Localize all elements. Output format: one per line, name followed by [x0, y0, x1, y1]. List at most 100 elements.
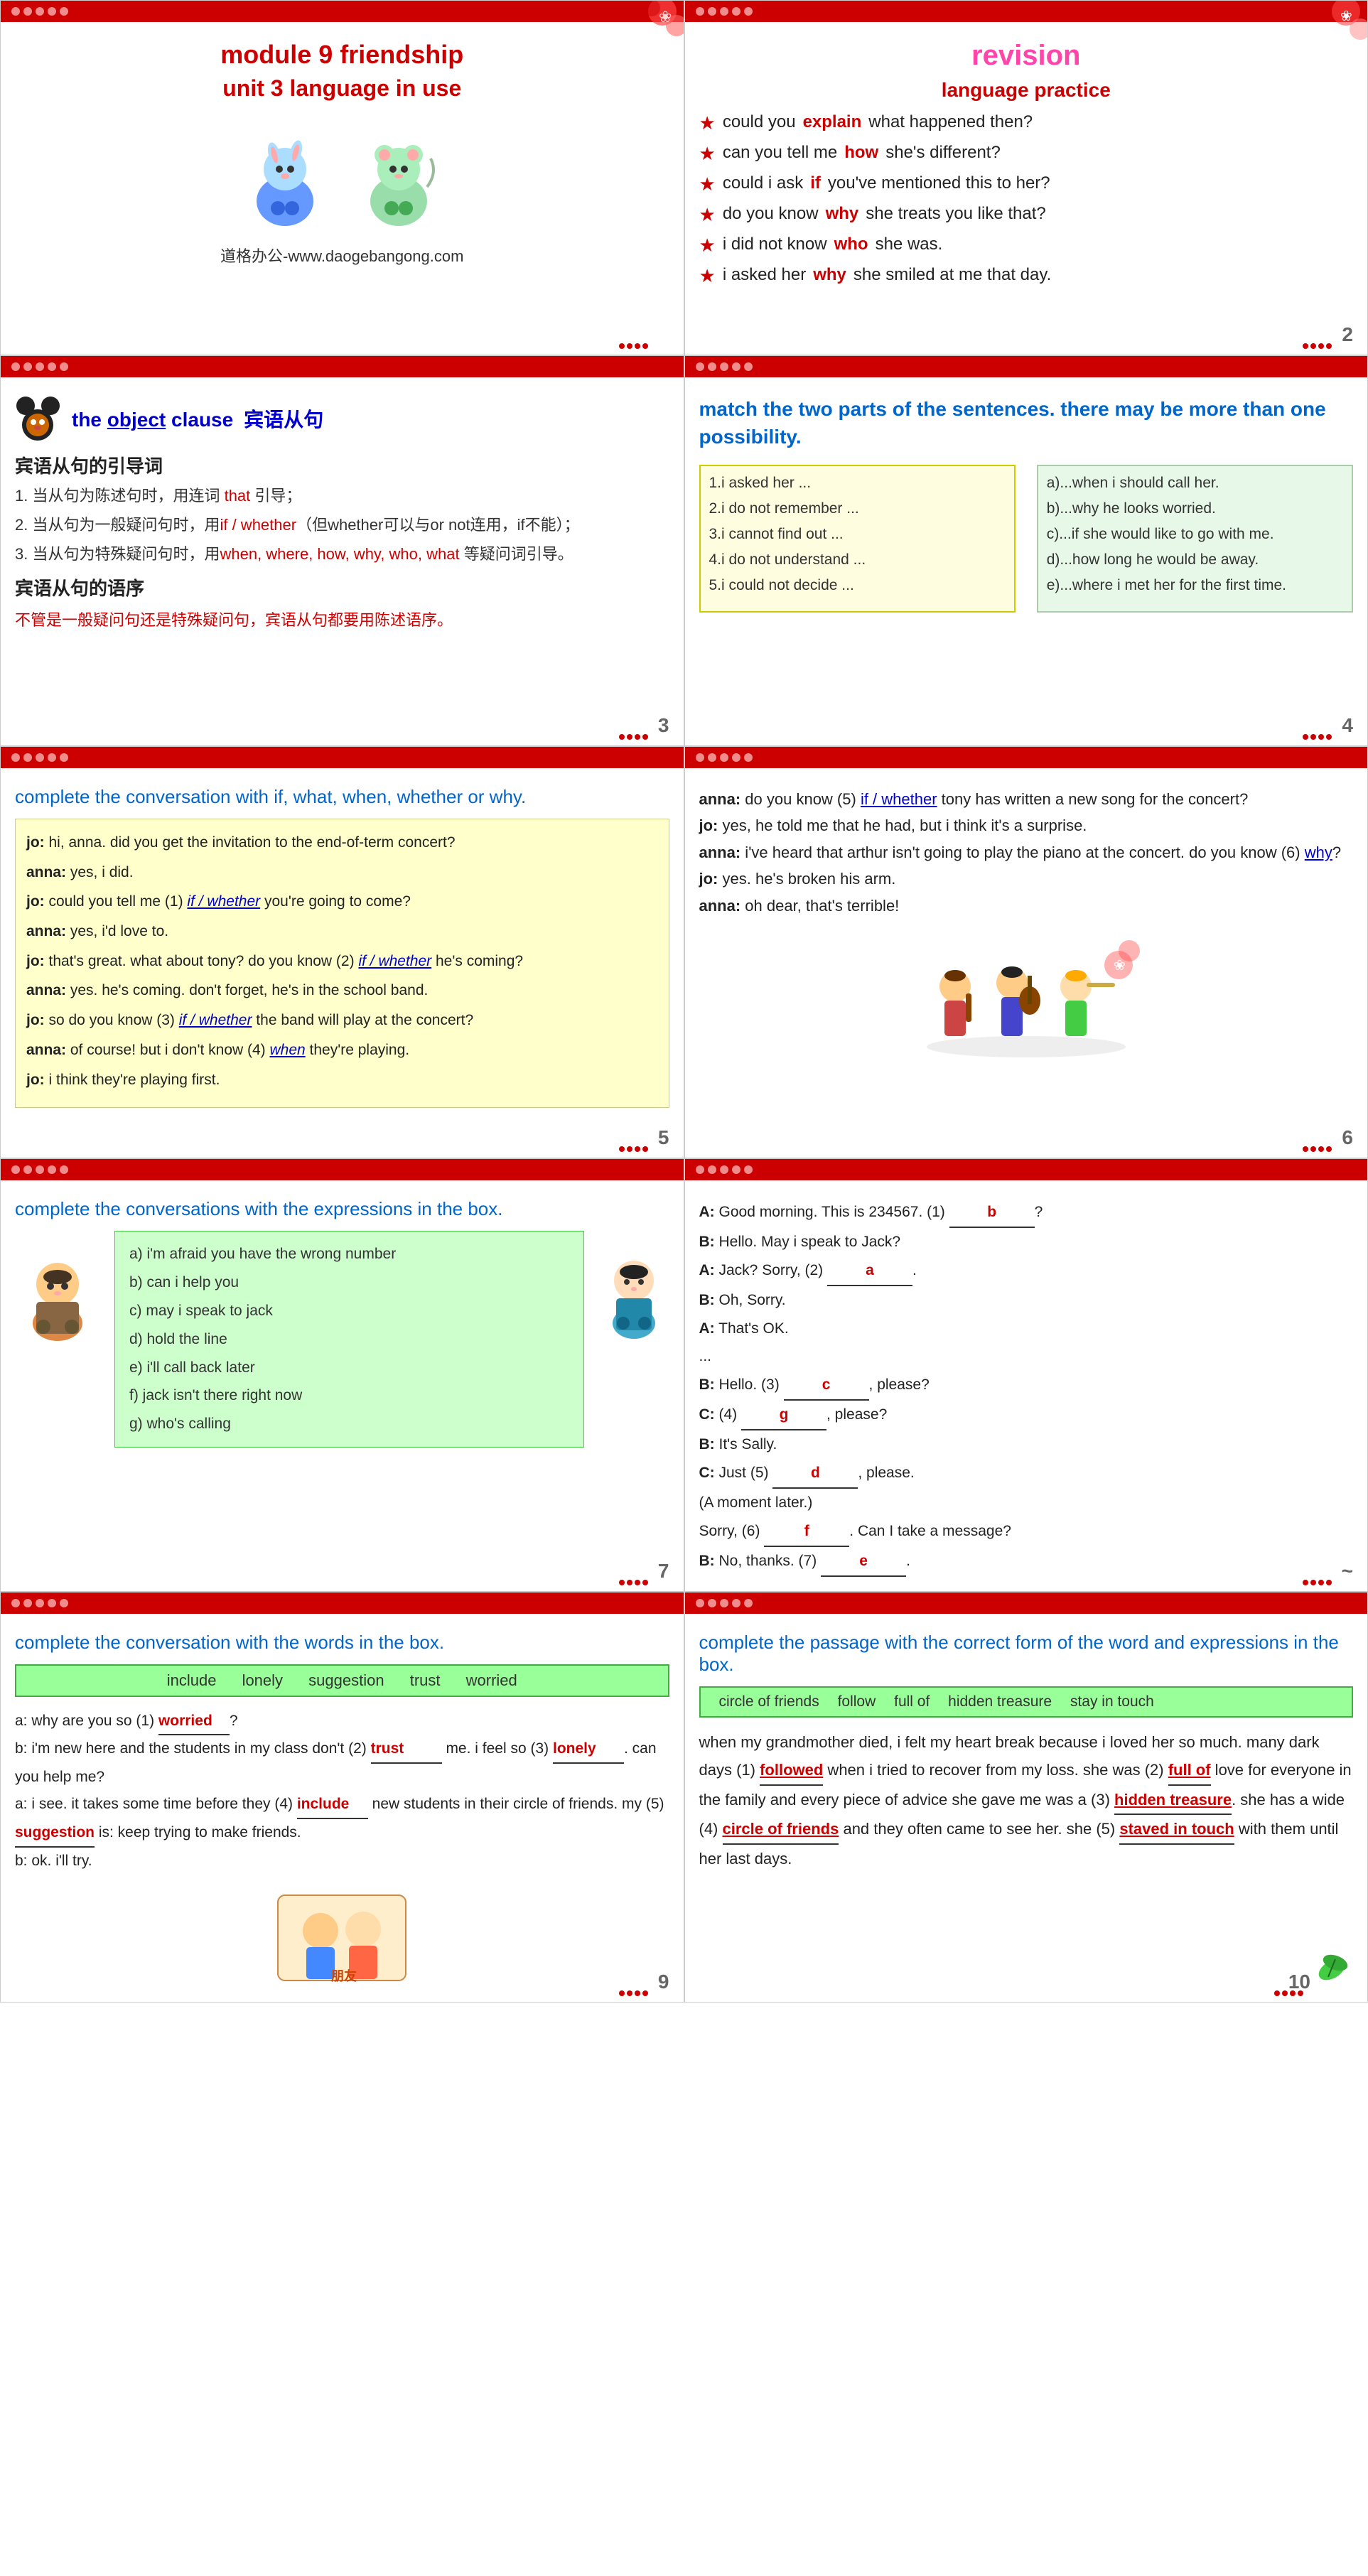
- star-item-5: ★i did not know who she was.: [699, 235, 1354, 257]
- guide-word-title: 宾语从句的引导词: [15, 452, 669, 478]
- svg-text:❀: ❀: [1340, 9, 1352, 24]
- mickey-icon: [15, 395, 61, 441]
- highlight-2: how: [844, 143, 878, 163]
- phone-line-9: B: It's Sally.: [699, 1430, 1354, 1459]
- cell2-floral: ❀: [1282, 1, 1367, 58]
- cell-4: match the two parts of the sentences. th…: [684, 355, 1368, 746]
- cell10-instruction: complete the passage with the correct fo…: [699, 1632, 1354, 1676]
- cell7-character: [15, 1231, 100, 1348]
- svg-text:❀: ❀: [659, 8, 672, 26]
- star-item-4: ★do you know why she treats you like tha…: [699, 204, 1354, 226]
- cell7-character2: [598, 1231, 669, 1348]
- option-e: e) i'll call back later: [129, 1354, 569, 1382]
- cell9-wordbox: include lonely suggestion trust worried: [15, 1664, 669, 1697]
- blank-9-4: include: [297, 1791, 368, 1819]
- rule1-keyword: that: [225, 487, 251, 505]
- conv6-1: anna: do you know (5) if / whether tony …: [699, 786, 1354, 812]
- blank-9-1: worried: [158, 1708, 230, 1736]
- cell8-bottom-dots: [1303, 1580, 1332, 1585]
- highlight-5: who: [834, 235, 868, 254]
- band-illustration: ❀: [912, 929, 1140, 1057]
- match-left-col: 1.i asked her ... 2.i do not remember ..…: [699, 465, 1016, 613]
- conv5-3: jo: could you tell me (1) if / whether y…: [26, 889, 658, 915]
- match-right-col: a)...when i should call her. b)...why he…: [1037, 465, 1353, 613]
- main-page: ❀ module 9 friendship unit 3 language in…: [0, 0, 1368, 2003]
- cell6-images: ❀: [699, 929, 1354, 1057]
- cell7-layout: a) i'm afraid you have the wrong number …: [15, 1231, 669, 1458]
- cell2-bottom-dots: [1303, 343, 1332, 349]
- blank-10-4: circle of friends: [723, 1815, 839, 1845]
- bunny-character: [239, 116, 331, 230]
- cell5-number: 5: [658, 1126, 669, 1149]
- match-right-d: d)...how long he would be away.: [1047, 551, 1343, 568]
- cell10-wordbox: circle of friends follow full of hidden …: [699, 1686, 1354, 1718]
- highlight-1: explain: [803, 112, 862, 132]
- cell2-header-bar: [685, 1, 1368, 22]
- phone-line-1: A: Good morning. This is 234567. (1) b?: [699, 1198, 1354, 1228]
- blank-10-5: staved in touch: [1119, 1815, 1234, 1845]
- rule-3: 3. 当从句为特殊疑问句时，用when, where, how, why, wh…: [15, 542, 669, 566]
- floral-decoration-tr: ❀: [598, 1, 684, 58]
- cell7-instruction: complete the conversations with the expr…: [15, 1198, 669, 1220]
- cell9-header-bar: [1, 1593, 684, 1614]
- conv5-5: jo: that's great. what about tony? do yo…: [26, 949, 658, 974]
- phone-line-10: C: Just (5) d, please.: [699, 1459, 1354, 1489]
- blank-8-4: g: [741, 1401, 826, 1430]
- rule2-keyword: if / whether: [220, 516, 296, 534]
- unit-title: unit 3 language in use: [15, 75, 669, 102]
- match-left-2: 2.i do not remember ...: [709, 500, 1006, 517]
- word-follow: follow: [838, 1693, 876, 1710]
- star-icon-5: ★: [699, 235, 716, 257]
- highlight-4: why: [826, 204, 859, 224]
- cell9-instruction: complete the conversation with the words…: [15, 1632, 669, 1654]
- blank-8-1: b: [949, 1198, 1035, 1228]
- star-icon-4: ★: [699, 204, 716, 226]
- match-right-e: e)...where i met her for the first time.: [1047, 577, 1343, 594]
- star-icon-1: ★: [699, 112, 716, 134]
- leaf-decoration: [1310, 1945, 1353, 1991]
- cell3-header-bar: [1, 356, 684, 377]
- cell4-bottom-dots: [1303, 734, 1332, 740]
- cell7-number: 7: [658, 1560, 669, 1583]
- cell10-passage: when my grandmother died, i felt my hear…: [699, 1728, 1354, 1873]
- blank-2: if / whether: [358, 953, 431, 969]
- conv5-9: jo: i think they're playing first.: [26, 1067, 658, 1093]
- cell7-bottom-dots: [619, 1580, 648, 1585]
- revision-title: revision: [699, 40, 1354, 72]
- word-hidden-treasure: hidden treasure: [948, 1693, 1052, 1710]
- cell-10: complete the passage with the correct fo…: [684, 1592, 1368, 2003]
- blank-8-2: a: [827, 1256, 912, 1286]
- order-note: 不管是一般疑问句还是特殊疑问句，宾语从句都要用陈述语序。: [15, 608, 669, 630]
- rule-1: 1. 当从句为陈述句时，用连词 that 引导；: [15, 484, 669, 507]
- conv5-7: jo: so do you know (3) if / whether the …: [26, 1008, 658, 1033]
- match-left-4: 4.i do not understand ...: [709, 551, 1006, 568]
- cell9-image: 朋友: [15, 1888, 669, 1988]
- object-word: object: [107, 409, 166, 431]
- word-trust: trust: [410, 1671, 441, 1689]
- cell9-line-c: a: i see. it takes some time before they…: [15, 1791, 669, 1848]
- website-text: 道格办公-www.daogebangong.com: [15, 244, 669, 266]
- cell2-number: 2: [1342, 323, 1353, 346]
- blank-9-5: suggestion: [15, 1819, 95, 1848]
- phone-line-13: B: No, thanks. (7) e.: [699, 1547, 1354, 1577]
- module-title: module 9 friendship: [15, 40, 669, 70]
- cell4-header-bar: [685, 356, 1368, 377]
- match-instruction: match the two parts of the sentences. th…: [699, 395, 1354, 451]
- cell3-section-header: the object clause宾语从句: [15, 395, 669, 441]
- cell9-exercise: a: why are you so (1) worried? b: i'm ne…: [15, 1708, 669, 1875]
- blank-9-2: trust: [371, 1735, 442, 1764]
- blank-8-7: e: [821, 1547, 906, 1577]
- cell4-content: match the two parts of the sentences. th…: [699, 395, 1354, 613]
- cell10-bottom-dots: [1274, 1990, 1303, 1996]
- cell-6: anna: do you know (5) if / whether tony …: [684, 746, 1368, 1158]
- highlight-6: why: [813, 265, 846, 285]
- star-item-6: ★i asked her why she smiled at me that d…: [699, 265, 1354, 287]
- cell5-content: complete the conversation with if, what,…: [15, 786, 669, 1108]
- match-container: 1.i asked her ... 2.i do not remember ..…: [699, 465, 1354, 613]
- cell6-content: anna: do you know (5) if / whether tony …: [699, 786, 1354, 1057]
- blank-1: if / whether: [187, 893, 260, 910]
- blank-10-3: hidden treasure: [1114, 1786, 1232, 1816]
- cell-1: ❀ module 9 friendship unit 3 language in…: [0, 0, 684, 355]
- cell8-content: A: Good morning. This is 234567. (1) b? …: [699, 1198, 1354, 1577]
- cell4-number: 4: [1342, 714, 1353, 737]
